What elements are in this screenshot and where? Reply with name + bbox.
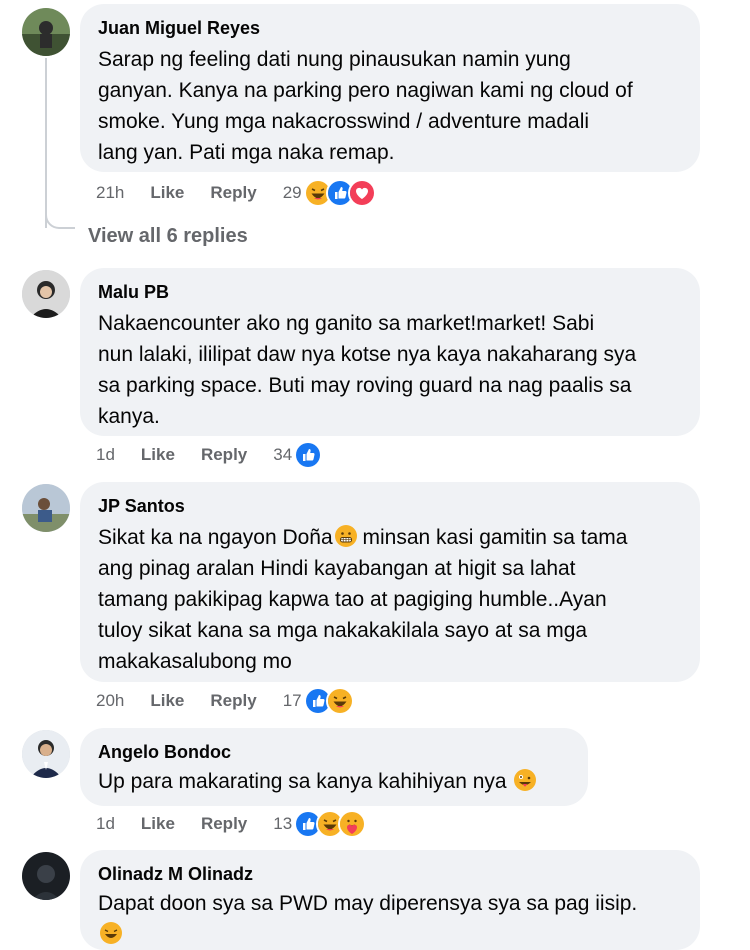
- comment-text: Sarap ng feeling dati nung pinausukan na…: [98, 48, 633, 164]
- comment-actions: 1d Like Reply 34: [96, 441, 323, 469]
- comment-author[interactable]: Angelo Bondoc: [98, 740, 570, 764]
- comment-bubble: Angelo Bondoc Up para makarating sa kany…: [80, 728, 588, 806]
- reaction-summary[interactable]: 13: [273, 810, 367, 838]
- like-button[interactable]: Like: [141, 814, 175, 834]
- comment-text: Sikat ka na ngayon Doña minsan kasi gami…: [98, 525, 628, 673]
- comment-bubble: Juan Miguel Reyes Sarap ng feeling dati …: [80, 4, 700, 172]
- comment-text: Up para makarating sa kanya kahihiyan ny…: [98, 766, 570, 797]
- grimacing-emoji-icon: [334, 525, 357, 547]
- reply-button[interactable]: Reply: [210, 691, 256, 711]
- comment-author[interactable]: Malu PB: [98, 280, 682, 304]
- timestamp[interactable]: 1d: [96, 814, 115, 834]
- comment-bubble: Malu PB Nakaencounter ako ng ganito sa m…: [80, 268, 700, 436]
- comment-author[interactable]: JP Santos: [98, 494, 682, 518]
- thread-connector: [45, 205, 75, 229]
- timestamp[interactable]: 21h: [96, 183, 124, 203]
- view-replies-link[interactable]: View all 6 replies: [88, 225, 248, 248]
- comment-actions: 21h Like Reply 29: [96, 179, 376, 207]
- comment-text: Nakaencounter ako ng ganito sa market!ma…: [98, 312, 637, 428]
- reaction-summary[interactable]: 29: [283, 179, 376, 207]
- comment-text: Dapat doon sya sa PWD may diperensya sya…: [98, 888, 682, 950]
- avatar[interactable]: [22, 730, 70, 778]
- avatar[interactable]: [22, 484, 70, 532]
- like-button[interactable]: Like: [150, 183, 184, 203]
- love-reaction-icon: [347, 179, 376, 207]
- comment-actions: 1d Like Reply 13: [96, 810, 367, 838]
- comment-bubble: JP Santos Sikat ka na ngayon Doña minsan…: [80, 482, 700, 682]
- reply-button[interactable]: Reply: [201, 814, 247, 834]
- comment-author[interactable]: Juan Miguel Reyes: [98, 16, 682, 40]
- comment-actions: 20h Like Reply 17: [96, 687, 354, 715]
- reaction-count: 17: [282, 691, 302, 710]
- reply-button[interactable]: Reply: [201, 445, 247, 465]
- thread-line: [45, 58, 47, 228]
- reaction-summary[interactable]: 34: [273, 441, 323, 469]
- reaction-count: 34: [273, 445, 293, 464]
- timestamp[interactable]: 1d: [96, 445, 115, 465]
- comment-bubble: Olinadz M Olinadz Dapat doon sya sa PWD …: [80, 850, 700, 950]
- like-button[interactable]: Like: [141, 445, 175, 465]
- timestamp[interactable]: 20h: [96, 691, 124, 711]
- reaction-summary[interactable]: 17: [283, 687, 354, 715]
- like-button[interactable]: Like: [150, 691, 184, 711]
- avatar[interactable]: [22, 270, 70, 318]
- like-reaction-icon: [294, 441, 323, 469]
- comment-author[interactable]: Olinadz M Olinadz: [98, 862, 682, 886]
- avatar[interactable]: [22, 852, 70, 900]
- reply-button[interactable]: Reply: [210, 183, 256, 203]
- care-reaction-icon: [338, 810, 367, 838]
- haha-reaction-icon: [325, 687, 354, 715]
- reaction-count: 13: [273, 814, 293, 833]
- laughing-emoji-icon: [100, 922, 122, 944]
- reaction-count: 29: [282, 183, 302, 202]
- avatar[interactable]: [22, 8, 70, 56]
- zany-face-emoji-icon: [514, 769, 537, 791]
